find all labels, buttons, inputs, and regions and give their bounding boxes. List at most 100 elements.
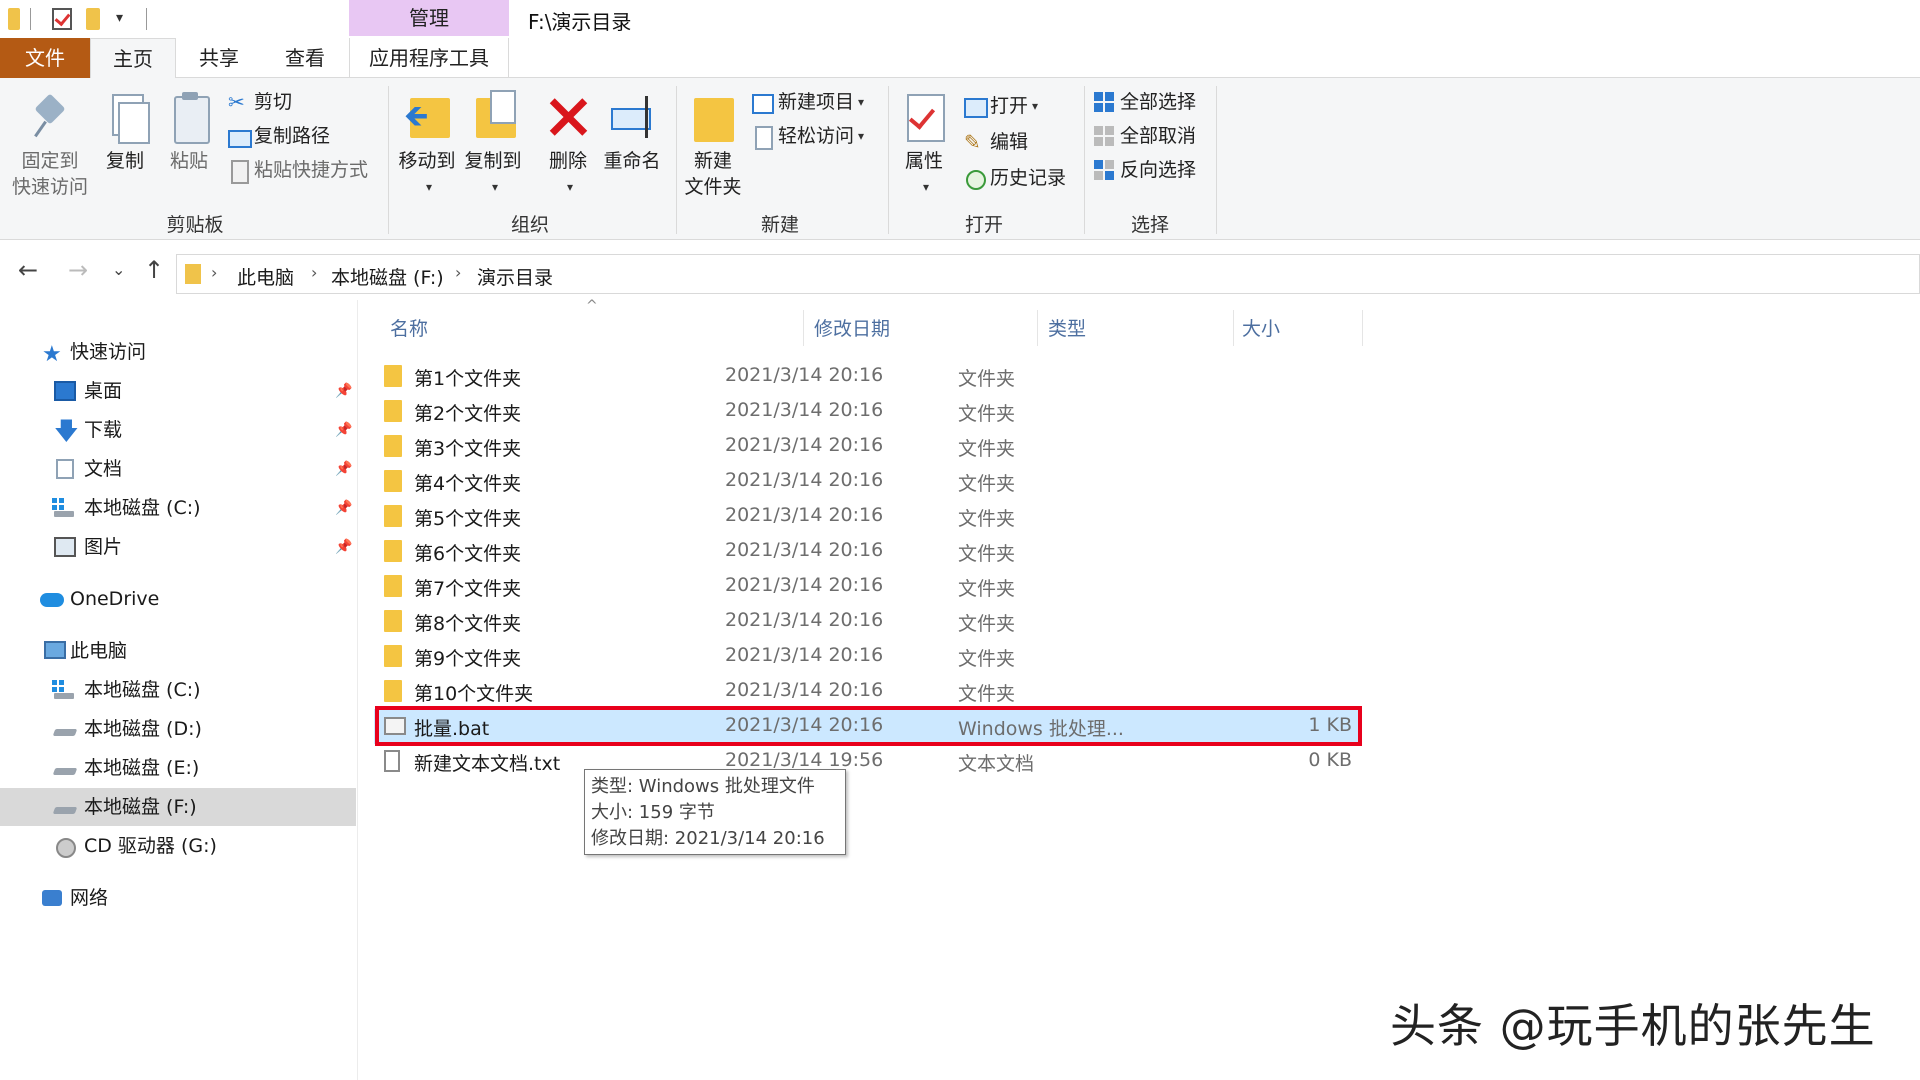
back-arrow-icon[interactable]: ← bbox=[18, 256, 38, 284]
file-row[interactable]: 第7个文件夹 2021/3/14 20:16 文件夹 bbox=[374, 569, 1362, 604]
delete-button[interactable]: 删除 ▾ bbox=[540, 90, 596, 200]
column-header-type[interactable]: 类型 bbox=[1048, 314, 1086, 341]
cut-button[interactable]: 剪切 bbox=[228, 88, 292, 116]
button-label: 复制到 bbox=[464, 150, 522, 172]
sidebar-item-drive-c[interactable]: 本地磁盘 (C:) bbox=[0, 671, 356, 709]
invert-selection-button[interactable]: 反向选择 bbox=[1094, 156, 1196, 184]
sidebar-item-this-pc[interactable]: 此电脑 bbox=[0, 632, 356, 670]
drive-icon bbox=[54, 797, 76, 817]
file-row[interactable]: 第2个文件夹 2021/3/14 20:16 文件夹 bbox=[374, 394, 1362, 429]
file-row[interactable]: 第3个文件夹 2021/3/14 20:16 文件夹 bbox=[374, 429, 1362, 464]
sidebar-item-drive-e[interactable]: 本地磁盘 (E:) bbox=[0, 749, 356, 787]
column-divider[interactable] bbox=[1233, 310, 1234, 346]
copy-to-button[interactable]: 复制到 ▾ bbox=[462, 90, 524, 200]
file-type: 文件夹 bbox=[958, 403, 1016, 425]
sidebar-item-desktop[interactable]: 桌面 📌 bbox=[0, 372, 356, 410]
sidebar-item-network[interactable]: 网络 bbox=[0, 879, 356, 917]
group-label-organize: 组织 bbox=[510, 214, 549, 236]
file-name: 第6个文件夹 bbox=[414, 543, 522, 565]
network-icon bbox=[42, 888, 64, 908]
properties-button[interactable]: 属性 ▾ bbox=[896, 90, 952, 200]
tab-home[interactable]: 主页 bbox=[90, 38, 176, 79]
file-type: 文件夹 bbox=[958, 508, 1016, 530]
group-label-clipboard: 剪贴板 bbox=[166, 214, 224, 236]
file-row[interactable]: 第4个文件夹 2021/3/14 20:16 文件夹 bbox=[374, 464, 1362, 499]
folder-icon bbox=[384, 365, 402, 387]
tab-share[interactable]: 共享 bbox=[176, 38, 262, 78]
breadcrumb-this-pc[interactable]: 此电脑 bbox=[237, 263, 294, 290]
new-item-button[interactable]: 新建项目 ▾ bbox=[752, 88, 864, 116]
column-header-date[interactable]: 修改日期 bbox=[814, 314, 890, 341]
sidebar-item-drive-c-quick[interactable]: 本地磁盘 (C:) 📌 bbox=[0, 489, 356, 527]
rename-button[interactable]: 重命名 bbox=[600, 90, 664, 174]
sidebar-item-label: 文档 bbox=[84, 458, 123, 480]
sidebar-item-drive-f[interactable]: 本地磁盘 (F:) bbox=[0, 788, 356, 826]
sidebar-item-label: 图片 bbox=[84, 536, 123, 558]
file-row[interactable]: 新建文本文档.txt 2021/3/14 19:56 文本文档 0 KB bbox=[374, 744, 1362, 779]
edit-button[interactable]: 编辑 bbox=[964, 128, 1028, 156]
column-header-size[interactable]: 大小 bbox=[1242, 314, 1280, 341]
file-name: 第2个文件夹 bbox=[414, 403, 522, 425]
address-bar[interactable]: › 此电脑 › 本地磁盘 (F:) › 演示目录 bbox=[176, 254, 1920, 294]
breadcrumb-chevron-icon[interactable]: › bbox=[211, 263, 217, 282]
file-date: 2021/3/14 19:56 bbox=[725, 749, 884, 771]
sidebar-item-downloads[interactable]: 下载 📌 bbox=[0, 411, 356, 450]
paste-shortcut-button[interactable]: 粘贴快捷方式 bbox=[228, 156, 368, 184]
history-button[interactable]: 历史记录 bbox=[964, 164, 1066, 192]
download-icon bbox=[54, 412, 79, 450]
breadcrumb-drive-f[interactable]: 本地磁盘 (F:) bbox=[331, 263, 444, 290]
tab-manage[interactable]: 管理 bbox=[349, 0, 509, 36]
file-list: ^ 名称 修改日期 类型 大小 第1个文件夹 2021/3/14 20:16 文… bbox=[360, 298, 1920, 1080]
tab-view[interactable]: 查看 bbox=[262, 38, 348, 78]
divider bbox=[30, 8, 31, 30]
file-row[interactable]: 第8个文件夹 2021/3/14 20:16 文件夹 bbox=[374, 604, 1362, 639]
button-label: 全部选择 bbox=[1120, 91, 1197, 113]
chevron-down-icon: ▾ bbox=[922, 180, 930, 194]
tab-file[interactable]: 文件 bbox=[0, 38, 90, 78]
file-type: 文件夹 bbox=[958, 613, 1016, 635]
tab-application-tools[interactable]: 应用程序工具 bbox=[349, 38, 509, 78]
file-row[interactable]: 第6个文件夹 2021/3/14 20:16 文件夹 bbox=[374, 534, 1362, 569]
new-folder-quick-icon[interactable] bbox=[86, 8, 100, 30]
column-header-name[interactable]: 名称 bbox=[390, 314, 428, 341]
forward-arrow-icon[interactable]: → bbox=[68, 256, 88, 284]
sidebar-item-drive-d[interactable]: 本地磁盘 (D:) bbox=[0, 710, 356, 748]
recent-locations-chevron-icon[interactable]: ⌄ bbox=[112, 260, 125, 279]
sidebar-item-documents[interactable]: 文档 📌 bbox=[0, 450, 356, 488]
sidebar-item-quick-access[interactable]: 快速访问 bbox=[0, 333, 356, 374]
pin-to-quick-access-button[interactable]: 固定到 快速访问 bbox=[8, 90, 92, 200]
up-arrow-icon[interactable]: ↑ bbox=[144, 256, 164, 284]
breadcrumb-chevron-icon[interactable]: › bbox=[455, 263, 461, 282]
column-divider[interactable] bbox=[1362, 310, 1363, 346]
column-divider[interactable] bbox=[1037, 310, 1038, 346]
watermark: 头条 @玩手机的张先生 bbox=[1390, 999, 1876, 1053]
file-name: 第8个文件夹 bbox=[414, 613, 522, 635]
move-to-button[interactable]: 移动到 ▾ bbox=[396, 90, 458, 200]
file-row[interactable]: 第10个文件夹 2021/3/14 20:16 文件夹 bbox=[374, 674, 1362, 709]
paste-button[interactable]: 粘贴 bbox=[164, 90, 214, 174]
navigation-pane: 快速访问 桌面 📌 下载 📌 文档 📌 本地磁盘 (C:) 📌 图片 📌 One… bbox=[0, 300, 358, 1080]
select-all-button[interactable]: 全部选择 bbox=[1094, 88, 1196, 116]
file-name: 第5个文件夹 bbox=[414, 508, 522, 530]
copy-path-button[interactable]: 复制路径 bbox=[228, 122, 330, 150]
easy-access-button[interactable]: 轻松访问 ▾ bbox=[752, 122, 864, 150]
clipboard-icon bbox=[166, 90, 212, 144]
open-button[interactable]: 打开 ▾ bbox=[964, 92, 1038, 120]
customize-quick-access-chevron-icon[interactable]: ▾ bbox=[116, 10, 123, 26]
select-none-button[interactable]: 全部取消 bbox=[1094, 122, 1196, 150]
breadcrumb-chevron-icon[interactable]: › bbox=[311, 263, 317, 282]
file-row[interactable]: 第5个文件夹 2021/3/14 20:16 文件夹 bbox=[374, 499, 1362, 534]
file-row[interactable]: 第9个文件夹 2021/3/14 20:16 文件夹 bbox=[374, 639, 1362, 674]
folder-icon bbox=[384, 645, 402, 667]
file-date: 2021/3/14 20:16 bbox=[725, 574, 884, 596]
new-folder-button[interactable]: 新建 文件夹 bbox=[684, 90, 742, 200]
sidebar-item-cd-drive-g[interactable]: CD 驱动器 (G:) bbox=[0, 827, 356, 865]
sidebar-item-onedrive[interactable]: OneDrive bbox=[0, 580, 356, 618]
column-divider[interactable] bbox=[803, 310, 804, 346]
sidebar-item-pictures[interactable]: 图片 📌 bbox=[0, 528, 356, 566]
file-name: 新建文本文档.txt bbox=[414, 753, 561, 775]
file-row[interactable]: 第1个文件夹 2021/3/14 20:16 文件夹 bbox=[374, 359, 1362, 394]
properties-quick-icon[interactable] bbox=[52, 8, 72, 30]
breadcrumb-demo-folder[interactable]: 演示目录 bbox=[477, 263, 553, 290]
copy-button[interactable]: 复制 bbox=[100, 90, 150, 174]
